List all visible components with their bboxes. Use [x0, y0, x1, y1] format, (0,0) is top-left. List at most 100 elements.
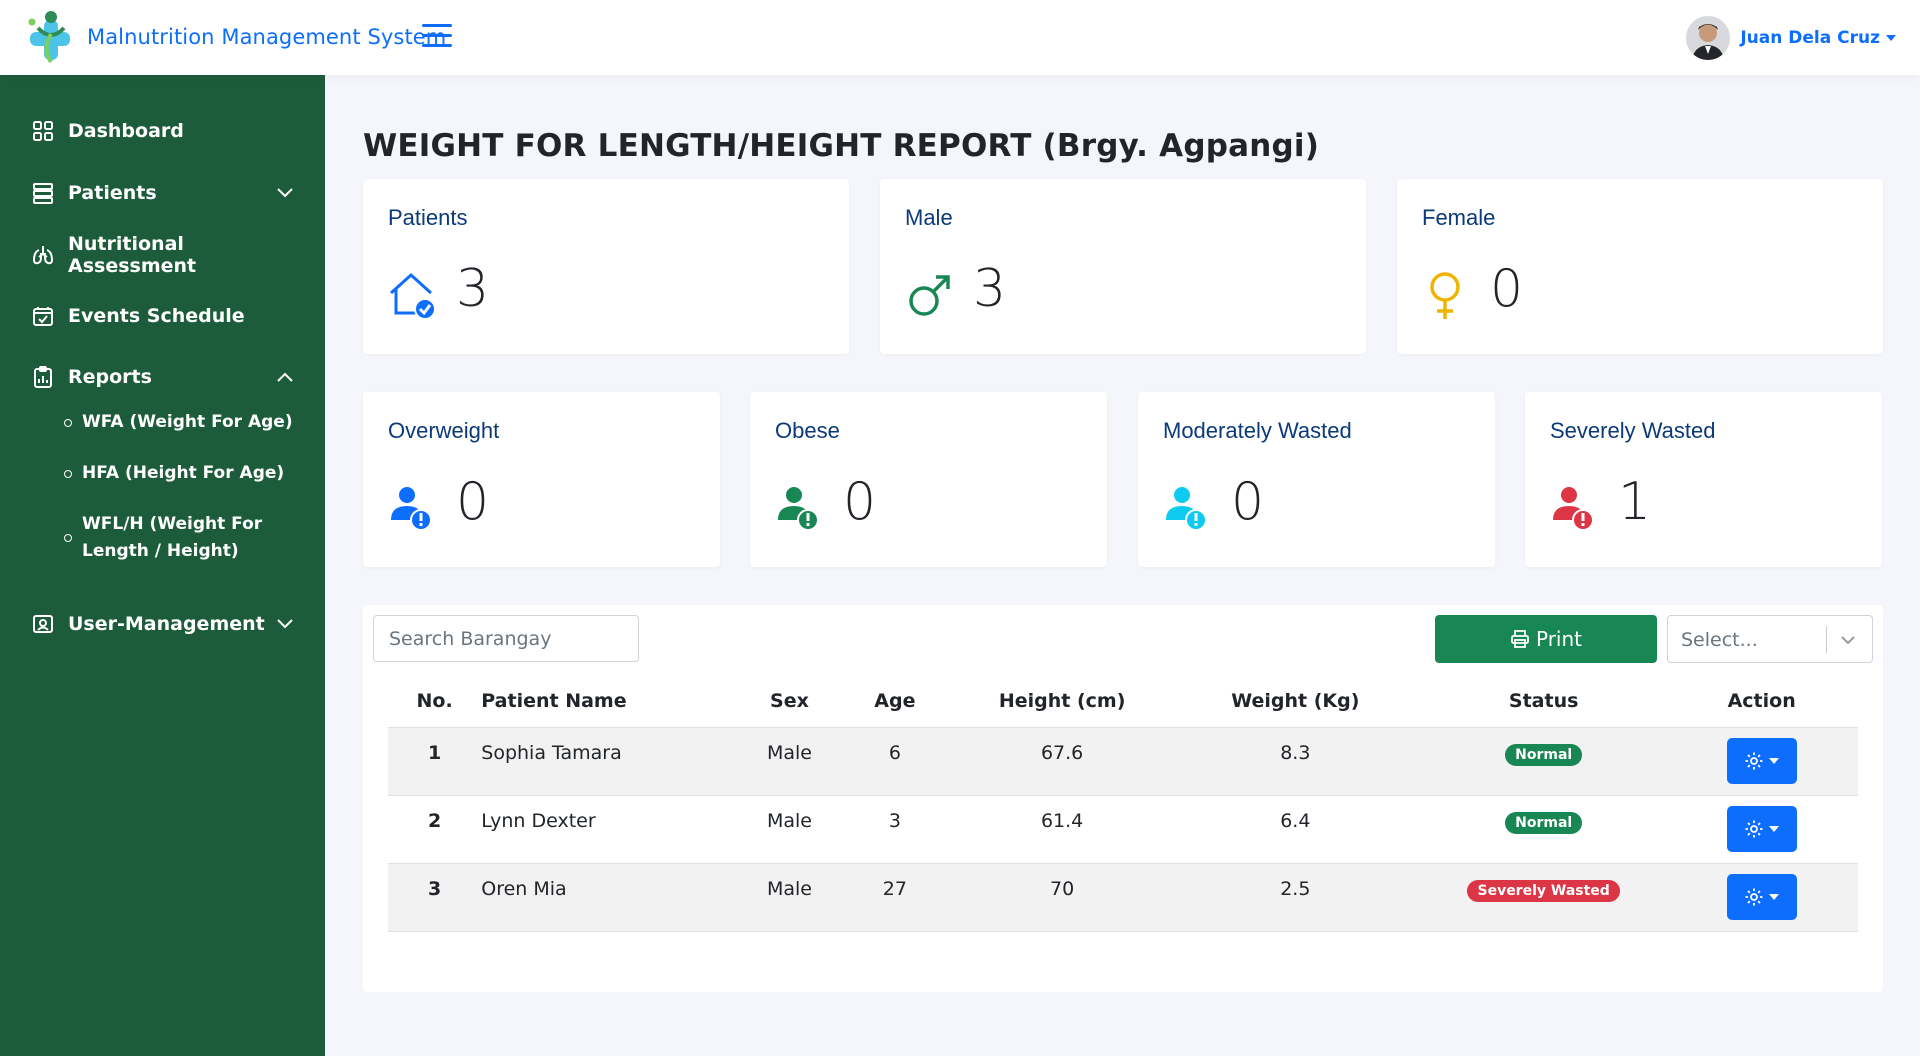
stat-card-moderately-wasted: Moderately Wasted 0 [1138, 392, 1495, 567]
cell-height: 67.6 [955, 727, 1169, 796]
column-header[interactable]: Action [1665, 675, 1858, 728]
cell-action [1665, 795, 1858, 864]
cell-action [1665, 863, 1858, 932]
sidebar-item-reports[interactable]: Reports [32, 362, 294, 392]
user-menu[interactable]: Juan Dela Cruz [1686, 15, 1896, 61]
person-exclamation-icon [391, 487, 432, 531]
filter-select[interactable]: Select... [1667, 615, 1873, 663]
select-divider [1826, 626, 1827, 653]
cell-patient-name: Lynn Dexter [481, 795, 745, 864]
stat-card-male: Male 3 [880, 179, 1366, 354]
cell-patient-name: Oren Mia [481, 863, 745, 932]
stat-card-overweight: Overweight 0 [363, 392, 720, 567]
avatar [1686, 16, 1731, 60]
cell-status: Normal [1422, 795, 1666, 864]
table-row: 1 Sophia Tamara Male 6 67.6 8.3 Normal [388, 727, 1858, 796]
column-header[interactable]: Sex [744, 675, 835, 728]
column-header[interactable]: Age [834, 675, 956, 728]
sidebar: Dashboard Patients Nutritional Assessmen… [0, 75, 325, 1056]
sidebar-subitem-hfa[interactable]: HFA (Height For Age) [64, 460, 314, 487]
sidebar-item-label: Events Schedule [68, 305, 245, 327]
sidebar-subitem-wflh[interactable]: WFL/H (Weight For Length / Height) [64, 511, 314, 565]
search-input[interactable] [373, 615, 639, 662]
table-row: 2 Lynn Dexter Male 3 61.4 6.4 Normal [388, 795, 1858, 864]
action-dropdown-button[interactable] [1726, 873, 1797, 920]
caret-down-icon [1769, 893, 1780, 900]
caret-down-icon [1769, 757, 1780, 764]
column-header[interactable]: Height (cm) [955, 675, 1169, 728]
menu-toggle-icon[interactable] [422, 24, 452, 48]
action-dropdown-button[interactable] [1726, 737, 1797, 784]
stat-label: Obese [775, 418, 840, 443]
stat-card-obese: Obese 0 [750, 392, 1107, 567]
sidebar-subitem-label: HFA (Height For Age) [82, 463, 285, 483]
sidebar-subitem-wfa[interactable]: WFA (Weight For Age) [64, 409, 314, 436]
stat-label: Female [1422, 205, 1496, 230]
calendar-check-icon [33, 307, 53, 326]
sidebar-item-label: Nutritional Assessment [68, 233, 197, 277]
cell-no: 2 [388, 795, 482, 864]
sidebar-item-label: Patients [68, 182, 157, 204]
stat-value: 0 [456, 472, 490, 532]
app-logo-icon [28, 11, 70, 64]
column-header[interactable]: Patient Name [481, 675, 745, 728]
female-symbol-icon [1430, 272, 1460, 319]
table-row: 3 Oren Mia Male 27 70 2.5 Severely Waste… [388, 863, 1858, 932]
top-bar: Malnutrition Management System Juan Dela… [0, 0, 1920, 75]
stat-card-patients: Patients 3 [363, 179, 849, 354]
stat-value: 0 [843, 472, 877, 532]
cell-weight: 6.4 [1168, 795, 1423, 864]
stat-label: Patients [388, 205, 468, 230]
server-icon [33, 183, 53, 204]
chevron-up-icon [277, 372, 293, 382]
cell-height: 61.4 [955, 795, 1169, 864]
report-icon [34, 366, 52, 388]
stat-label: Overweight [388, 418, 500, 443]
cell-no: 1 [388, 727, 482, 796]
stat-value: 0 [1490, 259, 1524, 319]
cell-weight: 2.5 [1168, 863, 1423, 932]
person-exclamation-icon [1166, 487, 1207, 531]
status-badge: Normal [1505, 743, 1583, 766]
print-button[interactable]: Print [1435, 615, 1657, 663]
house-check-icon [389, 272, 436, 320]
chevron-down-icon [277, 188, 293, 198]
action-dropdown-button[interactable] [1726, 805, 1797, 852]
circle-icon [64, 534, 72, 542]
cell-age: 3 [834, 795, 956, 864]
cell-age: 27 [834, 863, 956, 932]
grid-icon [33, 121, 53, 141]
sidebar-subitem-label: WFA (Weight For Age) [82, 412, 293, 432]
cell-no: 3 [388, 863, 482, 932]
person-exclamation-icon [778, 487, 819, 531]
sidebar-item-label: Dashboard [68, 120, 184, 142]
status-badge: Normal [1505, 811, 1583, 834]
cell-patient-name: Sophia Tamara [481, 727, 745, 796]
sidebar-item-dashboard[interactable]: Dashboard [32, 116, 294, 146]
sidebar-item-patients[interactable]: Patients [32, 178, 294, 208]
column-header[interactable]: Status [1422, 675, 1666, 728]
stat-label: Severely Wasted [1550, 418, 1716, 443]
column-header[interactable]: Weight (Kg) [1168, 675, 1423, 728]
page-title: WEIGHT FOR LENGTH/HEIGHT REPORT (Brgy. A… [363, 128, 1320, 164]
sidebar-item-user-management[interactable]: User-Management [32, 609, 294, 639]
sidebar-item-events-schedule[interactable]: Events Schedule [32, 301, 294, 331]
stat-value: 1 [1618, 472, 1652, 532]
report-table-panel: Print Select... No. Patient Name Sex Age… [363, 605, 1883, 992]
sidebar-item-nutritional-assessment[interactable]: Nutritional Assessment [32, 233, 294, 277]
cell-status: Severely Wasted [1422, 863, 1666, 932]
cell-sex: Male [744, 795, 835, 864]
report-table: No. Patient Name Sex Age Height (cm) Wei… [388, 675, 1858, 932]
person-exclamation-icon [1553, 487, 1594, 531]
caret-down-icon [1886, 35, 1896, 41]
column-header[interactable]: No. [388, 675, 482, 728]
caret-down-icon [1769, 825, 1780, 832]
app-title[interactable]: Malnutrition Management System [87, 25, 446, 49]
stat-card-female: Female 0 [1397, 179, 1883, 354]
cell-sex: Male [744, 863, 835, 932]
circle-icon [64, 419, 72, 427]
male-symbol-icon [909, 275, 950, 316]
cell-action [1665, 727, 1858, 796]
stat-value: 3 [456, 259, 490, 319]
print-label: Print [1535, 627, 1582, 651]
